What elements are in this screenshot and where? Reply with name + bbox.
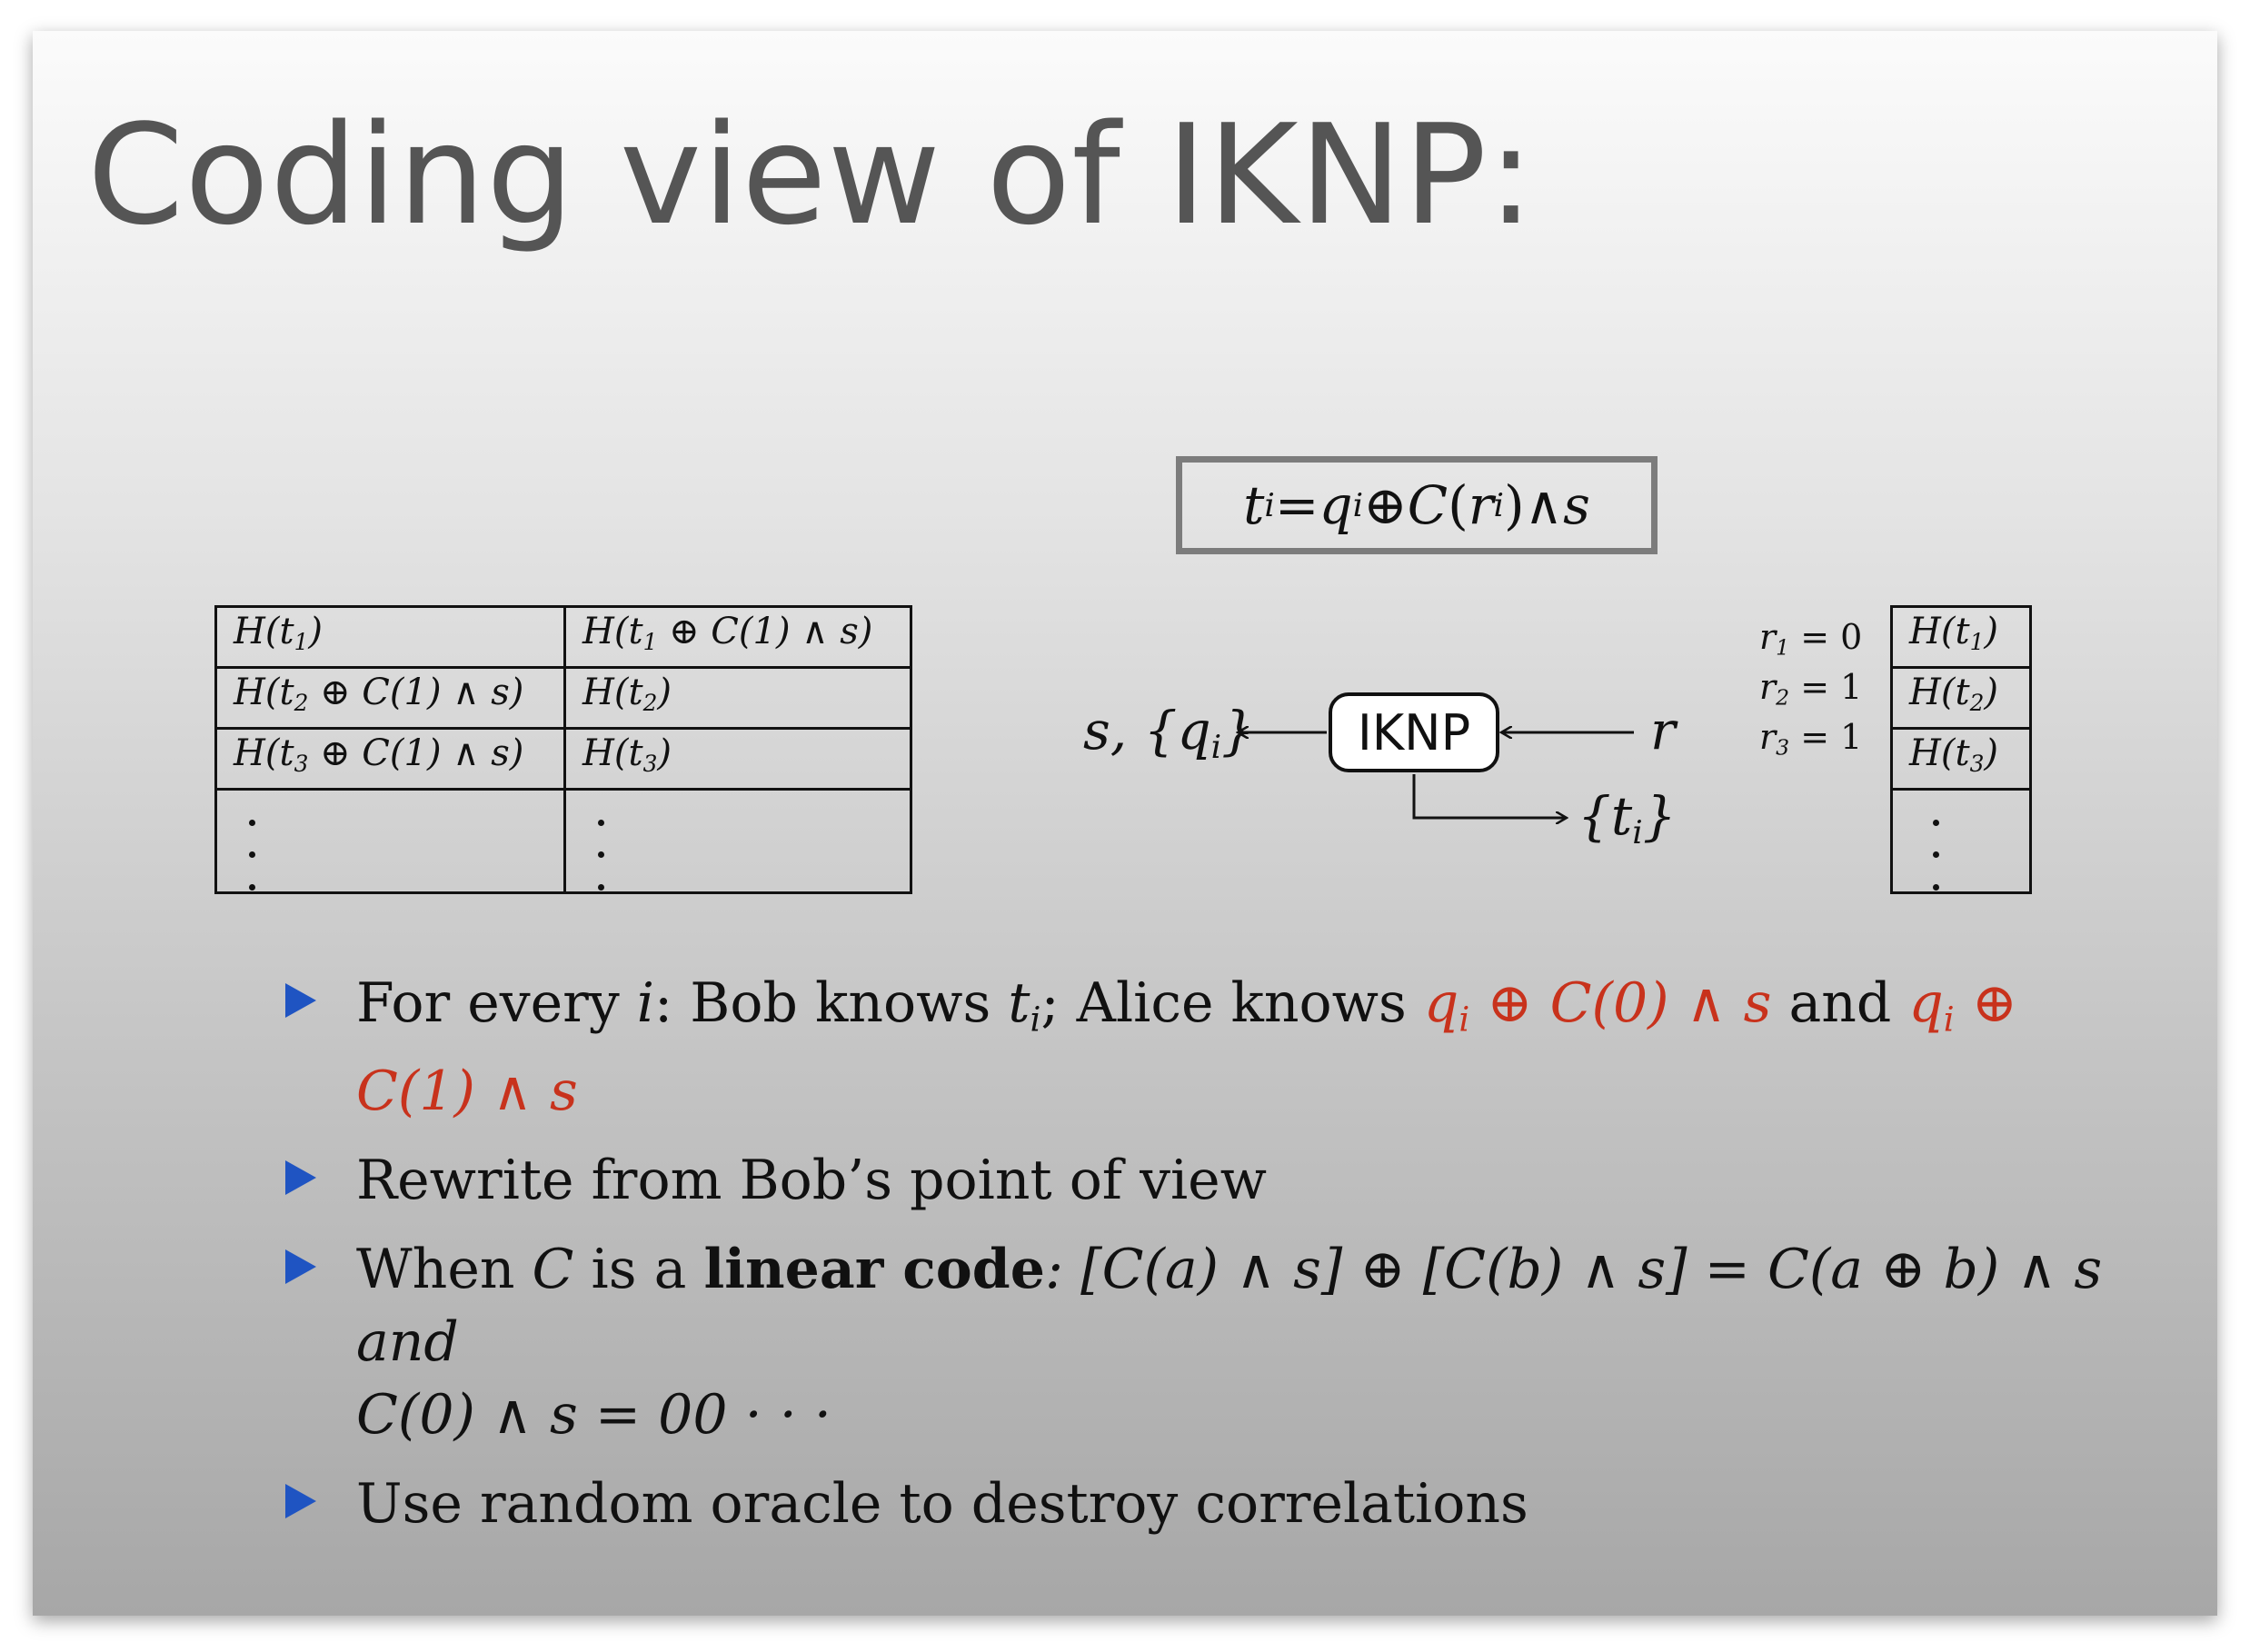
bullet-item: Rewrite from Bob’s point of view <box>247 1144 2110 1217</box>
bullet-item: When C is a linear code: [C(a) ∧ s] ⊕ [C… <box>247 1233 2110 1451</box>
arrow-iknp-to-t <box>1412 774 1567 818</box>
r-value: r2 = 1 <box>1759 667 1863 711</box>
r-value: r3 = 1 <box>1759 717 1863 761</box>
r-values: r1 = 0 r2 = 1 r3 = 1 <box>1759 612 1862 762</box>
table-cell: H(t2) <box>1890 665 2032 730</box>
table-row: H(t3) <box>1890 726 2032 791</box>
bullet-item: For every i: Bob knows ti; Alice knows q… <box>247 967 2110 1128</box>
triangle-bullet-icon <box>285 1249 316 1285</box>
bullet-list: For every i: Bob knows ti; Alice knows q… <box>247 967 2110 1557</box>
triangle-bullet-icon <box>285 1160 316 1196</box>
iknp-box: IKNP <box>1329 692 1499 772</box>
table-row-ellipsis <box>1890 787 2032 894</box>
bullet-item: Use random oracle to destroy correlation… <box>247 1468 2110 1540</box>
table-cell: H(t3) <box>1890 726 2032 791</box>
output-t: {ti} <box>1578 785 1677 852</box>
vdots <box>1890 787 2032 894</box>
table-row: H(t1) <box>1890 605 2032 669</box>
highlight-q0: qi ⊕ C(0) ∧ s <box>1423 971 1772 1040</box>
r-value: r1 = 0 <box>1759 617 1863 661</box>
triangle-bullet-icon <box>285 983 316 1018</box>
triangle-bullet-icon <box>285 1484 316 1519</box>
table-row: H(t2) <box>1890 665 2032 730</box>
output-s-q: s, {qi} <box>1083 700 1256 767</box>
table-cell: H(t1) <box>1890 605 2032 669</box>
right-table: H(t1) H(t2) H(t3) <box>1890 605 2032 894</box>
input-r: r <box>1650 700 1676 761</box>
slide: Coding view of IKNP: ti = qi ⊕ C(r i) ∧ s… <box>33 31 2217 1616</box>
